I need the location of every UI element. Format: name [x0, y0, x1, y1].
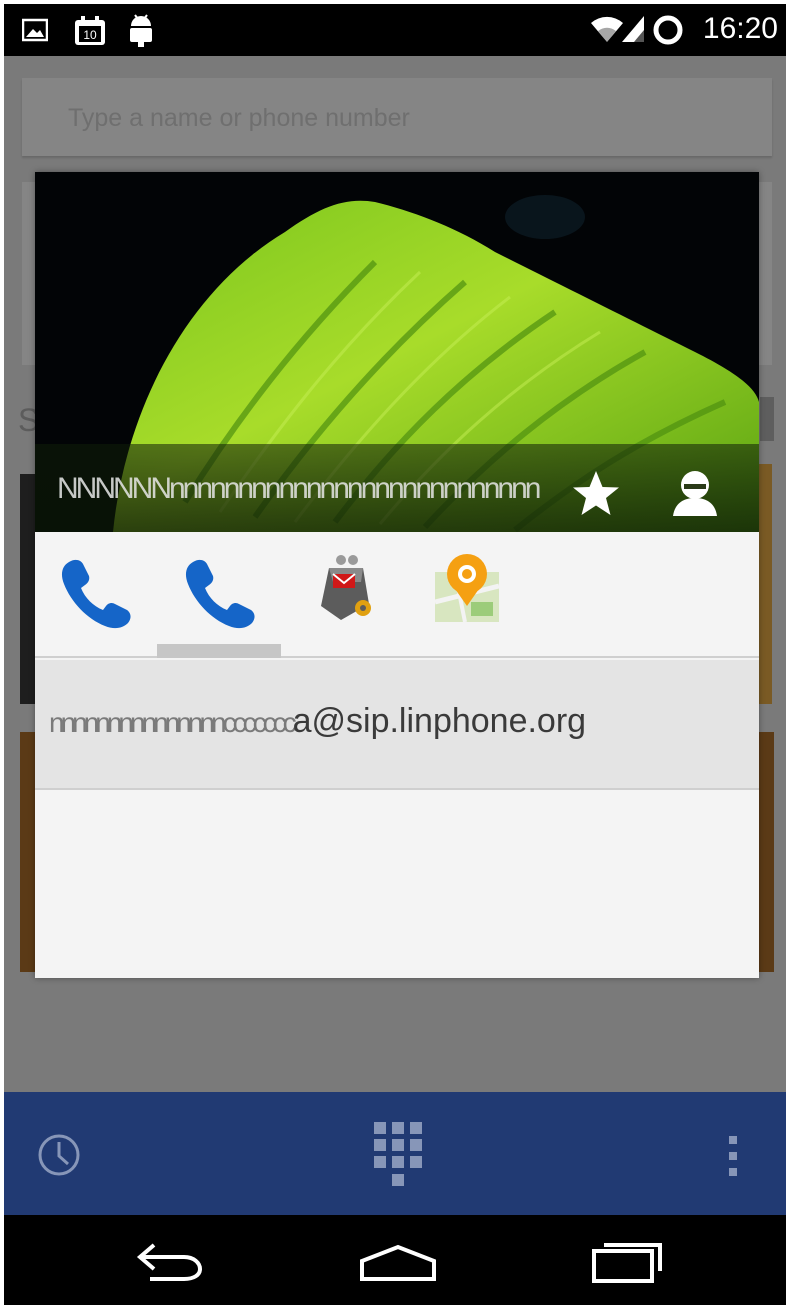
home-icon[interactable] [358, 1243, 438, 1288]
contact-tile-edge [758, 732, 774, 972]
search-placeholder: Type a name or phone number [68, 104, 410, 132]
status-time: 16:20 [702, 12, 778, 45]
open-contact-icon[interactable] [669, 468, 721, 523]
email-app-icon[interactable] [311, 552, 391, 632]
image-notification-icon [21, 18, 49, 47]
recent-apps-icon[interactable] [590, 1235, 664, 1290]
favorite-star-icon[interactable] [569, 468, 623, 525]
section-divider [760, 397, 774, 441]
selected-action-indicator [157, 644, 281, 658]
search-field[interactable]: Type a name or phone number [22, 78, 772, 156]
maps-icon[interactable] [431, 552, 511, 632]
contact-name: NNNNNNnnnnnnnnnnnnnnnnnnnnnnnnnnn [57, 472, 541, 505]
calendar-day-text: 10 [83, 28, 97, 42]
dialpad-icon[interactable] [372, 1120, 424, 1197]
status-bar: 10 16:20 [4, 4, 786, 56]
sip-address-blurred-prefix: nnnnnnnnnnnnnnnccccccc [49, 707, 297, 738]
quick-contact-card: NNNNNNnnnnnnnnnnnnnnnnnnnnnnnnnnn nnnnnn… [35, 172, 759, 978]
android-debug-icon [126, 12, 156, 53]
calendar-icon: 10 [74, 16, 106, 51]
contact-tile-edge [758, 464, 772, 704]
back-icon[interactable] [132, 1239, 204, 1288]
dialer-action-bar [4, 1092, 786, 1215]
sip-address-text: nnnnnnnnnnnnnnnccccccca@sip.linphone.org [49, 702, 586, 741]
overflow-menu-icon[interactable] [726, 1134, 740, 1183]
history-icon[interactable] [36, 1132, 82, 1183]
phone-call-icon[interactable] [55, 552, 135, 632]
contact-tile-edge [20, 474, 36, 704]
sip-address-visible: a@sip.linphone.org [292, 702, 587, 740]
wifi-icon [590, 14, 624, 49]
sip-call-icon[interactable] [179, 552, 259, 632]
contact-tile-edge [20, 732, 36, 972]
action-row [35, 532, 759, 658]
signal-icon [620, 14, 646, 49]
sync-icon [652, 13, 684, 52]
screen: 10 16:20 Type a name or phone number S N… [4, 4, 786, 1305]
navigation-bar [4, 1215, 786, 1305]
sip-address-entry[interactable]: nnnnnnnnnnnnnnnccccccca@sip.linphone.org [35, 660, 759, 790]
